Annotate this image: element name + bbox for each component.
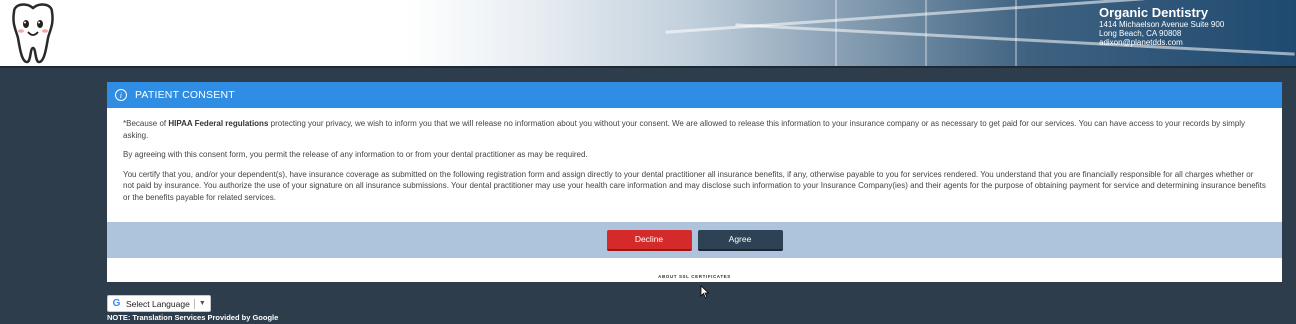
language-select-label: Select Language — [126, 298, 190, 309]
mouse-cursor-icon — [700, 285, 710, 299]
consent-paragraph-insurance: You certify that you, and/or your depend… — [123, 169, 1266, 202]
tooth-mascot-icon[interactable] — [6, 2, 60, 64]
clinic-address-line2: Long Beach, CA 90808 — [1099, 29, 1182, 38]
google-g-icon: G — [112, 298, 121, 309]
consent-actions: Decline Agree — [107, 222, 1282, 258]
panel-header: i PATIENT CONSENT — [107, 82, 1282, 108]
decline-button[interactable]: Decline — [606, 229, 692, 251]
clinic-info: Organic Dentistry 1414 Michaelson Avenue… — [1099, 5, 1225, 48]
language-select[interactable]: G Select Language ▼ — [107, 295, 211, 312]
chevron-down-icon: ▼ — [198, 300, 206, 307]
divider — [193, 298, 195, 309]
clinic-email[interactable]: adixon@planetdds.com — [1099, 38, 1224, 47]
consent-text: *Because of HIPAA Federal regulations pr… — [107, 108, 1282, 203]
clinic-address-line1: 1414 Michaelson Avenue Suite 900 — [1099, 20, 1225, 29]
consent-paragraph-hipaa: *Because of HIPAA Federal regulations pr… — [123, 119, 1246, 140]
ssl-certificates-link[interactable]: ABOUT SSL CERTIFICATES — [107, 274, 1282, 279]
site-header: Organic Dentistry 1414 Michaelson Avenue… — [0, 0, 1296, 68]
consent-paragraph-release: By agreeing with this consent form, you … — [123, 150, 588, 159]
patient-consent-panel: i PATIENT CONSENT *Because of HIPAA Fede… — [107, 82, 1282, 282]
clinic-name: Organic Dentistry — [1099, 5, 1209, 20]
agree-button[interactable]: Agree — [697, 229, 783, 251]
panel-title: PATIENT CONSENT — [135, 89, 235, 101]
info-icon: i — [115, 89, 127, 101]
hipaa-emphasis: HIPAA Federal regulations — [168, 119, 269, 128]
translation-note: NOTE: Translation Services Provided by G… — [107, 313, 279, 322]
